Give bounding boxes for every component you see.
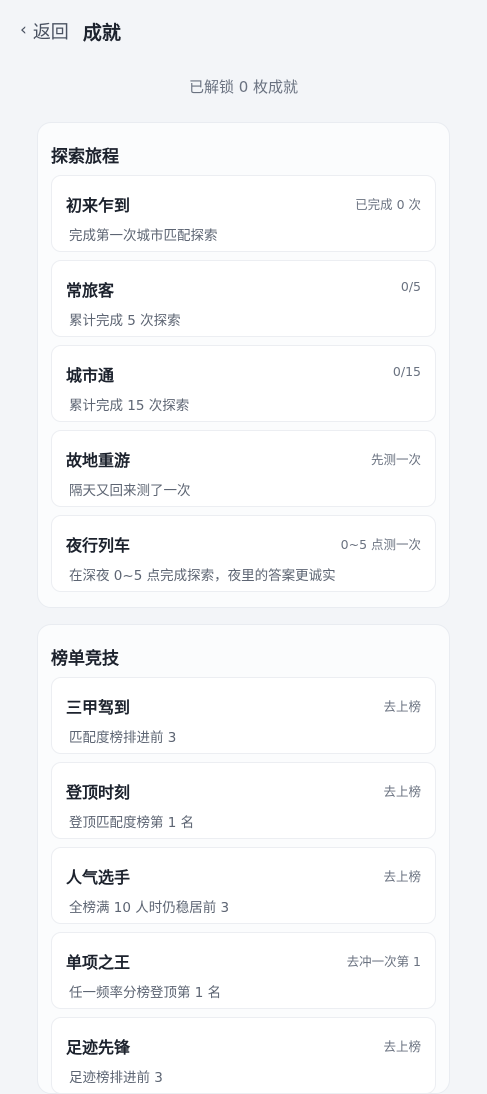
achievement-status: 去上榜 (383, 784, 421, 799)
achievement-item[interactable]: 人气选手 全榜满 10 人时仍稳居前 3 去上榜 (51, 847, 436, 924)
achievement-status: 去上榜 (383, 869, 421, 884)
achievement-item[interactable]: 常旅客 累计完成 5 次探索 0/5 (51, 260, 436, 337)
achievement-status: 先测一次 (370, 452, 421, 467)
back-button[interactable]: ‹ 返回 (20, 18, 69, 44)
achievement-desc: 完成第一次城市匹配探索 (69, 228, 218, 244)
achievement-item[interactable]: 三甲驾到 匹配度榜排进前 3 去上榜 (51, 677, 436, 754)
achievement-status: 去上榜 (383, 699, 421, 714)
section-title: 榜单竞技 (51, 648, 119, 669)
achievement-status: 去上榜 (383, 1039, 421, 1054)
back-label: 返回 (32, 22, 69, 43)
achievement-name: 足迹先锋 (66, 1038, 131, 1057)
achievement-name: 城市通 (66, 366, 115, 385)
achievement-desc: 足迹榜排进前 3 (69, 1070, 163, 1086)
achievement-item[interactable]: 初来乍到 完成第一次城市匹配探索 已完成 0 次 (51, 175, 436, 252)
achievement-name: 故地重游 (66, 451, 131, 470)
achievement-desc: 任一频率分榜登顶第 1 名 (69, 985, 222, 1001)
page-title: 成就 (82, 21, 121, 44)
chevron-left-icon: ‹ (20, 20, 27, 40)
achievement-status: 0/15 (392, 364, 421, 379)
section-leaderboard: 榜单竞技 三甲驾到 匹配度榜排进前 3 去上榜 登顶时刻 登顶匹配度榜第 1 名… (37, 624, 450, 1094)
top-bar: ‹ 返回 成就 (0, 0, 487, 62)
achievement-item[interactable]: 故地重游 隔天又回来测了一次 先测一次 (51, 430, 436, 507)
achievement-item[interactable]: 足迹先锋 足迹榜排进前 3 去上榜 (51, 1017, 436, 1094)
achievement-item[interactable]: 城市通 累计完成 15 次探索 0/15 (51, 345, 436, 422)
achievement-summary: 已解锁 0 枚成就 (188, 78, 299, 96)
achievement-desc: 匹配度榜排进前 3 (69, 730, 177, 746)
achievement-item[interactable]: 登顶时刻 登顶匹配度榜第 1 名 去上榜 (51, 762, 436, 839)
section-exploration: 探索旅程 初来乍到 完成第一次城市匹配探索 已完成 0 次 常旅客 累计完成 5… (37, 122, 450, 608)
achievement-item[interactable]: 单项之王 任一频率分榜登顶第 1 名 去冲一次第 1 (51, 932, 436, 1009)
achievement-status: 0/5 (400, 279, 421, 294)
achievement-status: 去冲一次第 1 (346, 954, 421, 969)
achievement-item[interactable]: 夜行列车 在深夜 0~5 点完成探索，夜里的答案更诚实 0~5 点测一次 (51, 515, 436, 592)
achievement-name: 常旅客 (66, 281, 115, 300)
achievement-desc: 累计完成 15 次探索 (69, 398, 190, 414)
achievement-status: 已完成 0 次 (355, 197, 421, 212)
achievement-desc: 累计完成 5 次探索 (69, 313, 181, 329)
achievement-desc: 在深夜 0~5 点完成探索，夜里的答案更诚实 (69, 568, 336, 584)
section-title: 探索旅程 (51, 146, 119, 167)
achievement-status: 0~5 点测一次 (340, 537, 421, 552)
achievement-desc: 隔天又回来测了一次 (69, 483, 191, 499)
achievement-desc: 全榜满 10 人时仍稳居前 3 (69, 900, 230, 916)
achievement-name: 人气选手 (66, 868, 131, 887)
achievement-name: 三甲驾到 (66, 698, 131, 717)
achievement-name: 登顶时刻 (66, 783, 131, 802)
achievement-desc: 登顶匹配度榜第 1 名 (69, 815, 195, 831)
